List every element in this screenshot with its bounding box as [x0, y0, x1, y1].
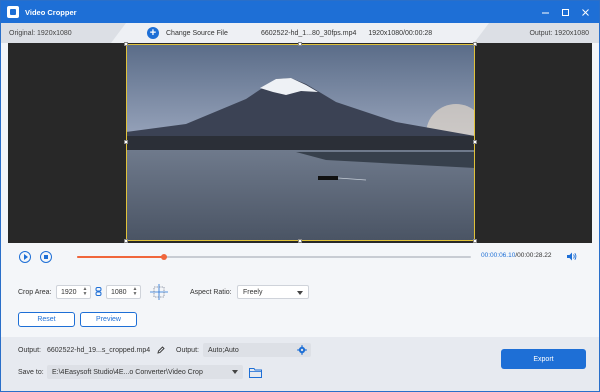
aspect-ratio-value: Freely: [243, 288, 263, 296]
app-logo-icon: [7, 6, 19, 18]
output-format-field[interactable]: Auto;Auto: [203, 343, 311, 357]
original-resolution: Original: 1920x1080: [1, 23, 126, 43]
title-bar: Video Cropper: [1, 1, 599, 23]
crop-handle-top-left[interactable]: [124, 42, 128, 46]
crop-handle-top[interactable]: [298, 42, 302, 46]
source-resolution-duration: 1920x1080/00:00:28: [368, 29, 433, 37]
file-info: 6602522-hd_1...80_30fps.mp4 1920x1080/00…: [261, 23, 432, 43]
info-bar: Original: 1920x1080 + Change Source File…: [1, 23, 599, 43]
source-filename: 6602522-hd_1...80_30fps.mp4: [261, 29, 357, 37]
timecode: 00:00:06.10/00:00:28.22: [481, 252, 552, 259]
change-source-button[interactable]: + Change Source File: [147, 26, 228, 40]
player-bar: 00:00:06.10/00:00:28.22: [1, 246, 599, 268]
crop-handle-bottom[interactable]: [298, 239, 302, 243]
link-ratio-icon[interactable]: [95, 287, 102, 296]
gear-icon[interactable]: [297, 345, 307, 355]
output-filename: 6602522-hd_19...s_cropped.mp4: [47, 347, 151, 354]
maximize-icon[interactable]: [555, 1, 575, 23]
crop-area-label: Crop Area:: [18, 289, 52, 296]
close-icon[interactable]: [575, 1, 595, 23]
aspect-ratio-label: Aspect Ratio:: [190, 289, 232, 296]
plus-circle-icon: +: [147, 27, 159, 39]
crop-handle-top-right[interactable]: [473, 42, 477, 46]
crop-width-field[interactable]: 1920 ▲ ▼: [56, 285, 91, 299]
preview-button[interactable]: Preview: [80, 312, 137, 327]
aspect-ratio-select[interactable]: Freely: [237, 285, 309, 299]
current-time: 00:00:06.10: [481, 252, 516, 259]
crop-height-value: 1080: [111, 288, 127, 296]
reset-button[interactable]: Reset: [18, 312, 75, 327]
save-path-select[interactable]: E:\4Easysoft Studio\4E...o Converter\Vid…: [47, 365, 243, 379]
crop-handle-bottom-left[interactable]: [124, 239, 128, 243]
crop-handle-left[interactable]: [124, 140, 128, 144]
output-file-label: Output:: [18, 347, 41, 354]
window-controls: [535, 1, 595, 23]
crop-handle-right[interactable]: [473, 140, 477, 144]
center-crop-icon[interactable]: [150, 284, 168, 300]
stop-icon[interactable]: [40, 251, 52, 263]
video-cropper-window: Video Cropper Original: 1920x1080 + Chan…: [0, 0, 600, 392]
minimize-icon[interactable]: [535, 1, 555, 23]
preview-area: [8, 42, 592, 243]
folder-icon[interactable]: [249, 367, 262, 378]
export-button[interactable]: Export: [501, 349, 586, 369]
chevron-down-icon: [297, 291, 303, 295]
total-time: /00:00:28.22: [515, 252, 552, 259]
save-to-label: Save to:: [18, 369, 44, 376]
play-icon[interactable]: [19, 251, 31, 263]
crop-frame[interactable]: [126, 44, 475, 241]
window-title: Video Cropper: [25, 7, 77, 17]
chevron-down-icon: [232, 370, 238, 374]
volume-icon[interactable]: [567, 252, 577, 261]
progress-handle[interactable]: [160, 254, 167, 260]
output-format-label: Output:: [176, 347, 199, 354]
crop-height-field[interactable]: 1080 ▲ ▼: [106, 285, 141, 299]
crop-width-stepper[interactable]: ▲ ▼: [82, 287, 88, 298]
output-format-value: Auto;Auto: [208, 346, 239, 354]
progress-track[interactable]: [77, 254, 471, 260]
save-path-value: E:\4Easysoft Studio\4E...o Converter\Vid…: [52, 368, 203, 376]
crop-height-stepper[interactable]: ▲ ▼: [132, 287, 138, 298]
edit-pencil-icon[interactable]: [157, 346, 165, 354]
change-source-label: Change Source File: [166, 29, 228, 37]
progress-fill: [77, 256, 164, 258]
crop-width-value: 1920: [61, 288, 77, 296]
output-resolution: Output: 1920x1080: [474, 23, 599, 43]
crop-handle-bottom-right[interactable]: [473, 239, 477, 243]
